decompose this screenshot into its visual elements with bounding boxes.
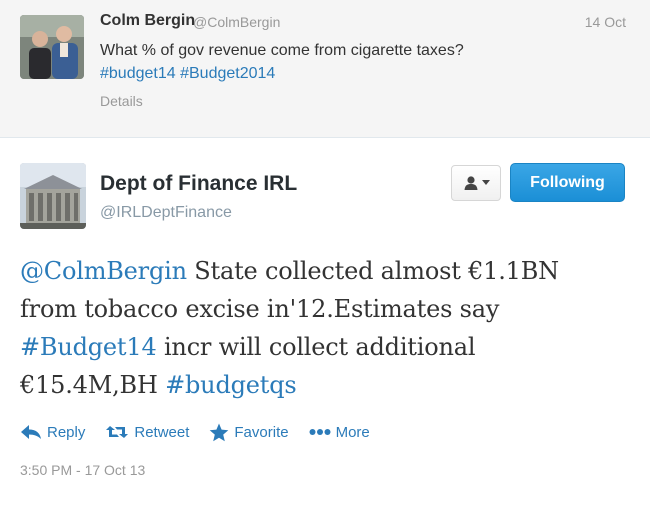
following-button[interactable]: Following: [510, 163, 625, 202]
reply-label: Reply: [47, 423, 86, 441]
parent-author-name[interactable]: Colm Bergin: [100, 12, 195, 30]
tweet-text-segment: State collected almost €1.1BN: [186, 257, 559, 285]
retweet-button[interactable]: Retweet: [105, 424, 189, 441]
avatar[interactable]: [20, 15, 84, 79]
favorite-label: Favorite: [234, 423, 289, 441]
favorite-button[interactable]: Favorite: [209, 423, 289, 442]
caret-down-icon: [481, 180, 490, 185]
mention-link[interactable]: @ColmBergin: [20, 257, 187, 285]
ellipsis-icon: [309, 429, 331, 435]
person-photo-avatar-icon: [20, 15, 84, 79]
tweet-text-segment: €15.4M,BH: [20, 371, 166, 399]
main-tweet-text: @ColmBergin State collected almost €1.1B…: [20, 252, 630, 404]
main-author-handle[interactable]: @IRLDeptFinance: [100, 204, 232, 222]
tweet-text-segment: incr will collect additional: [156, 333, 476, 361]
hashtag-link[interactable]: #Budget14: [20, 333, 157, 361]
more-button[interactable]: More: [309, 424, 370, 441]
reply-button[interactable]: Reply: [20, 424, 85, 441]
tweet-actions: Reply Retweet Favorite More: [20, 420, 390, 444]
parent-tweet: Colm Bergin @ColmBergin 14 Oct What % of…: [0, 0, 650, 138]
star-icon: [210, 423, 229, 441]
more-label: More: [335, 423, 370, 441]
reply-arrow-icon: [21, 425, 41, 439]
hashtag-link[interactable]: #budget14: [100, 65, 176, 82]
tweet-text-segment: from tobacco excise in'12.Estimates say: [20, 295, 500, 323]
tweet-timestamp[interactable]: 3:50 PM - 17 Oct 13: [20, 462, 145, 478]
hashtag-link[interactable]: #Budget2014: [180, 65, 275, 82]
avatar[interactable]: [20, 163, 86, 229]
retweet-icon: [106, 426, 129, 438]
parent-hashtags: #budget14 #Budget2014: [100, 62, 275, 85]
retweet-label: Retweet: [134, 423, 190, 441]
parent-tweet-time[interactable]: 14 Oct: [585, 14, 626, 30]
parent-tweet-text: What % of gov revenue come from cigarett…: [100, 42, 464, 59]
hashtag-link[interactable]: #budgetqs: [165, 371, 297, 399]
building-photo-avatar-icon: [20, 163, 86, 229]
main-author-name[interactable]: Dept of Finance IRL: [100, 172, 297, 196]
parent-author-handle[interactable]: @ColmBergin: [193, 14, 280, 30]
details-link[interactable]: Details: [100, 93, 143, 109]
user-actions-dropdown[interactable]: [451, 165, 501, 201]
user-icon: [464, 176, 477, 190]
